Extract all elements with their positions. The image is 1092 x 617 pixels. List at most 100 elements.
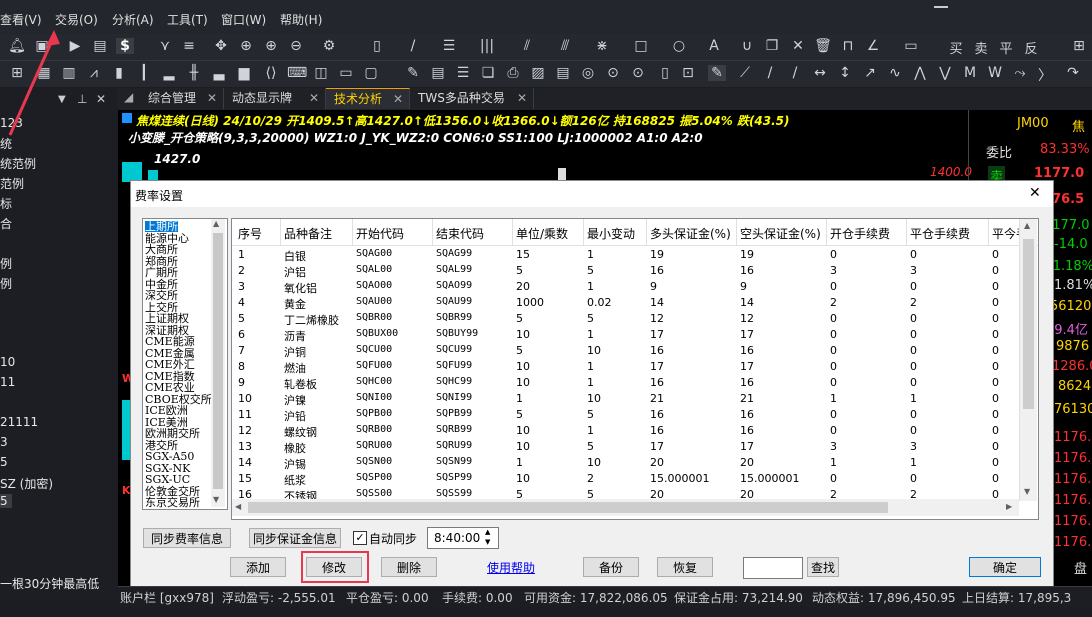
left-item[interactable]: 例 — [0, 255, 12, 272]
table-cell[interactable]: 0 — [992, 248, 999, 261]
account-label[interactable]: 账户栏 [gxx978] — [120, 589, 214, 606]
table-cell[interactable]: 14 — [650, 296, 664, 309]
exchange-item[interactable]: ICE美洲 — [145, 417, 188, 428]
edit-icon[interactable]: ✎ — [404, 65, 422, 81]
table-cell[interactable]: 9 — [740, 280, 747, 293]
table-cell[interactable]: 0 — [830, 248, 837, 261]
scroll-down-icon[interactable]: ▼ — [1024, 487, 1030, 496]
exchange-item[interactable]: CME能源 — [145, 336, 195, 347]
table-cell[interactable]: 12 — [650, 312, 664, 325]
table-cell[interactable]: 16 — [650, 264, 664, 277]
dollar-icon[interactable]: $ — [116, 38, 134, 54]
scroll-right-icon[interactable]: ▶ — [1006, 502, 1012, 511]
table-cell[interactable]: 1 — [587, 328, 594, 341]
padlock-icon[interactable]: ⊓ — [839, 38, 857, 54]
table-cell[interactable]: 13 — [238, 440, 252, 453]
table-cell[interactable]: 1 — [587, 360, 594, 373]
close-icon[interactable]: ✕ — [517, 88, 527, 109]
left-item[interactable]: 21111 — [0, 415, 38, 429]
table-cell[interactable]: 17 — [650, 328, 664, 341]
sync-time-input[interactable]: 8:40:00 ▲ ▼ — [427, 527, 499, 549]
exchange-item[interactable]: 大商所 — [145, 244, 178, 255]
circle-icon[interactable]: ○ — [670, 38, 688, 54]
trend-icon[interactable]: ⤳ — [1011, 65, 1029, 81]
table-cell[interactable]: 沥青 — [284, 328, 306, 344]
doc-icon[interactable]: ▤ — [429, 65, 447, 81]
table-cell[interactable]: 5 — [516, 312, 523, 325]
table-cell[interactable]: 5 — [587, 264, 594, 277]
add-button[interactable]: 添加 — [230, 557, 286, 577]
left-item[interactable]: 合 — [0, 215, 12, 232]
table-cell[interactable]: 1 — [238, 248, 245, 261]
bars-icon[interactable]: ▆ — [235, 65, 253, 81]
close-icon[interactable]: ✕ — [1029, 185, 1041, 201]
table-cell[interactable]: 沪锡 — [284, 456, 306, 472]
scroll-up-icon[interactable]: ▲ — [213, 219, 219, 228]
exchange-list-scrollbar[interactable]: ▲ ▼ — [211, 219, 225, 507]
table-cell[interactable]: 0 — [830, 472, 837, 485]
table-cell[interactable]: SQRU99 — [436, 440, 472, 451]
pencil-active-icon[interactable]: ✎ — [708, 65, 726, 81]
table-cell[interactable]: 2 — [830, 296, 837, 309]
tab-scroll-icon[interactable]: ◢ — [124, 90, 133, 104]
grid-icon[interactable]: ⊞ — [1070, 38, 1088, 54]
table-cell[interactable]: SQRU00 — [356, 440, 392, 451]
exchange-item[interactable]: 上期所 — [145, 221, 178, 232]
table-cell[interactable]: 10 — [516, 376, 530, 389]
scroll-left-icon[interactable]: ◀ — [235, 502, 241, 511]
close-panel-icon[interactable]: ✕ — [96, 92, 106, 106]
window-icon[interactable]: ▢ — [362, 65, 380, 81]
table-cell[interactable]: 10 — [516, 328, 530, 341]
exchange-item[interactable]: 伦敦金交所 — [145, 486, 200, 497]
notes-icon[interactable]: ▤ — [554, 65, 572, 81]
close-position-button[interactable]: 平 — [997, 38, 1015, 57]
ok-button[interactable]: 确定 — [969, 557, 1041, 577]
table-cell[interactable]: 0 — [910, 312, 917, 325]
table-cell[interactable]: 16 — [650, 344, 664, 357]
delete-button[interactable]: 删除 — [381, 557, 437, 577]
exchange-item[interactable]: 深交所 — [145, 290, 178, 301]
table-cell[interactable]: 10 — [238, 392, 252, 405]
tab-dynamic-board[interactable]: 动态显示牌 ✕ — [224, 88, 326, 109]
table-cell[interactable]: SQNI99 — [436, 392, 472, 403]
left-item[interactable]: 一根30分钟最高低 — [0, 575, 99, 592]
table-cell[interactable]: 16 — [740, 264, 754, 277]
table-cell[interactable]: 0 — [992, 424, 999, 437]
table-cell[interactable]: 丁二烯橡胶 — [284, 312, 339, 328]
bar-icon[interactable]: ┃ — [135, 65, 153, 81]
table-cell[interactable]: 3 — [910, 264, 917, 277]
exchange-item[interactable]: 广期所 — [145, 267, 178, 278]
table-cell[interactable]: 纸浆 — [284, 472, 306, 488]
table-cell[interactable]: SQSS99 — [436, 488, 472, 499]
close-icon[interactable]: ✕ — [309, 88, 319, 109]
table-cell[interactable]: 氧化铝 — [284, 280, 317, 296]
mouse-icon[interactable]: ▯ — [368, 38, 386, 54]
chart-list-icon[interactable]: ≡ — [180, 38, 198, 54]
table-cell[interactable]: 4 — [238, 296, 245, 309]
magnify-icon[interactable]: ⊙ — [604, 65, 622, 81]
table-cell[interactable]: 白银 — [284, 248, 306, 264]
restore-button[interactable]: 恢复 — [657, 557, 713, 577]
parallel-icon[interactable]: ⫻ — [556, 38, 574, 54]
table-cell[interactable]: 14 — [238, 456, 252, 469]
column-header[interactable]: 品种备注 — [284, 225, 332, 242]
table-cell[interactable]: 0 — [992, 280, 999, 293]
exchange-item[interactable]: 能源中心 — [145, 233, 189, 244]
w-wave-icon[interactable]: W — [986, 65, 1004, 81]
table-cell[interactable]: 1 — [587, 248, 594, 261]
zigzag2-icon[interactable]: ⋁ — [936, 65, 954, 81]
table-cell[interactable]: 0 — [830, 344, 837, 357]
help-link[interactable]: 使用帮助 — [487, 559, 535, 576]
column-header[interactable]: 结束代码 — [436, 225, 484, 242]
table-cell[interactable]: 5 — [587, 408, 594, 421]
table-cell[interactable]: 10 — [516, 360, 530, 373]
table-cell[interactable]: 19 — [650, 248, 664, 261]
fib-icon[interactable]: ☰ — [440, 38, 458, 54]
table-cell[interactable]: 17 — [650, 360, 664, 373]
table-cell[interactable]: 15.000001 — [650, 472, 710, 485]
table-cell[interactable]: SQBUX00 — [356, 328, 398, 339]
table-cell[interactable]: 10 — [516, 424, 530, 437]
table-cell[interactable]: 0 — [992, 408, 999, 421]
monitor-icon[interactable]: ▭ — [337, 65, 355, 81]
table-cell[interactable]: 0 — [910, 280, 917, 293]
